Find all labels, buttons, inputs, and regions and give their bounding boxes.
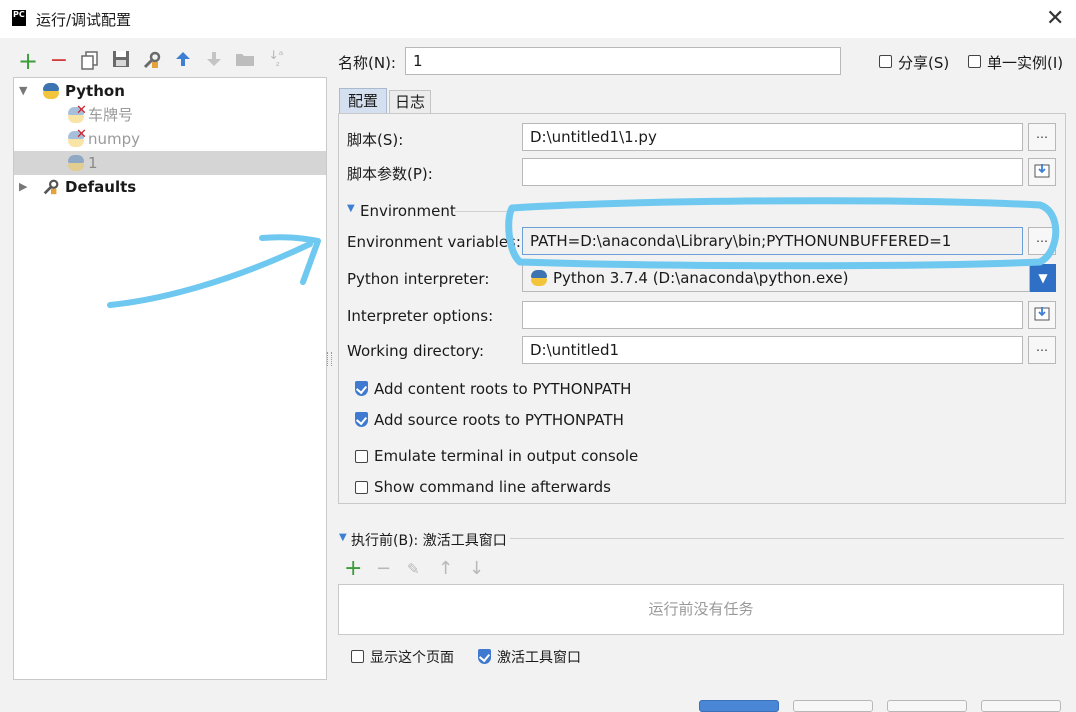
annotation-highlight-loop <box>505 197 1060 270</box>
annotation-overlay <box>107 197 1060 308</box>
annotation-arrow <box>107 241 313 308</box>
